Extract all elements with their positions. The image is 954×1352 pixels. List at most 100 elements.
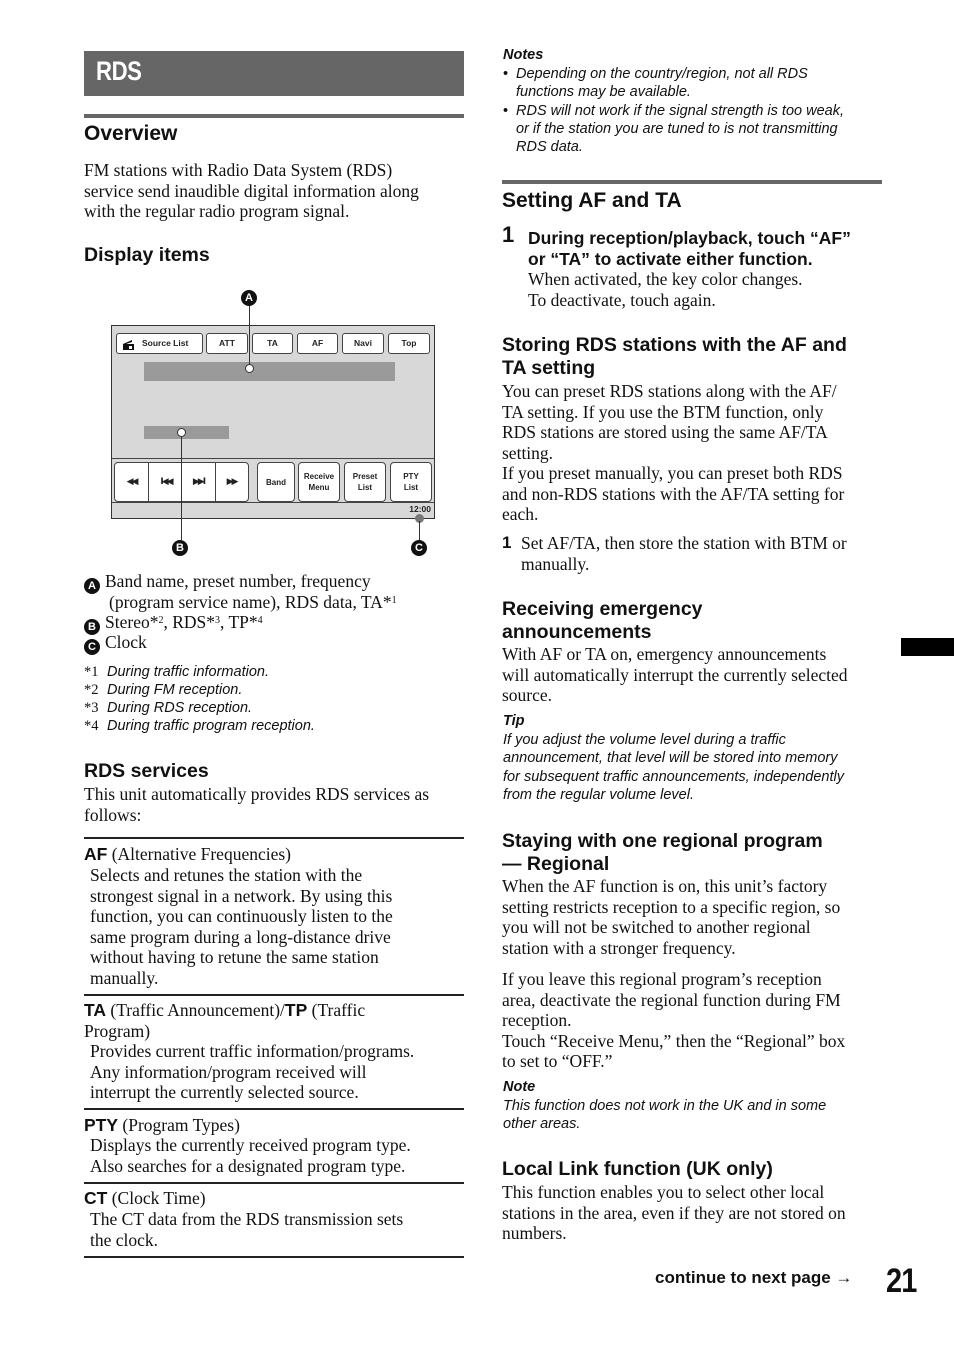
footnote-text: During traffic program reception. [107,718,315,734]
text-line: numbers. [502,1223,567,1243]
term-label: (Alternative Frequencies) [107,844,292,864]
status-indicator-area [144,426,229,439]
term-label: (Traffic [307,1000,366,1020]
callout-b-line [181,437,182,540]
regional-para-2: If you leave this regional program’s rec… [502,969,892,1072]
service-af-term: AF (Alternative Frequencies) [84,844,464,865]
note-bullet: • RDS will not work if the signal strengt… [503,102,844,119]
text-line: and non-RDS stations with the AF/TA sett… [502,483,845,504]
text-line: stations in the area, even if they are n… [502,1202,846,1223]
navi-button[interactable]: Navi [342,333,384,354]
previous-track-button[interactable]: I◀◀ [148,463,183,501]
fast-forward-icon: ▶▶ [226,477,239,487]
att-button[interactable]: ATT [206,333,248,354]
table-rule [84,994,464,996]
preset-list-button[interactable]: Preset List [344,462,386,502]
section-rule [84,114,464,118]
text-line: other areas. [503,1116,581,1133]
band-button[interactable]: Band [257,462,295,502]
next-track-icon: ▶▶I [192,477,206,487]
divider [112,502,434,503]
step-instruction: During reception/playback, touch “AF” or… [528,228,888,269]
text-line: RDS stations are stored using the same A… [502,422,828,442]
step-number: 1 [502,222,515,247]
text-line: If you adjust the volume level during a … [503,732,786,748]
text-line: service send inaudible digital informati… [84,180,419,201]
service-ta-tp-term: TA (Traffic Announcement)/TP (Traffic Pro… [84,1000,464,1041]
regional-heading: Staying with one regional program — Regi… [502,830,892,876]
button-label: Receive [303,472,335,481]
section-thumb-tab [901,638,954,656]
text-line: setting restricts reception to a specifi… [502,896,841,917]
text-line: When the AF function is on, this unit’s … [502,876,828,896]
text-line: During reception/playback, touch “AF” [528,228,851,248]
fast-forward-button[interactable]: ▶▶ [215,463,248,501]
text-line: FM stations with Radio Data System (RDS) [84,160,393,180]
display-diagram: Source List ATT TA AF Navi Top ◀◀ I◀◀ ▶▶… [111,325,435,519]
tip-text: If you adjust the volume level during a … [503,731,893,804]
text-line: source. [502,685,553,705]
button-label: Source List [142,338,189,348]
text-line: announcement, that level will be stored … [503,750,838,767]
next-track-button[interactable]: ▶▶I [182,463,216,501]
source-icon [123,338,134,350]
legend-item-c: C Clock [84,632,147,655]
source-list-button[interactable]: Source List [116,333,203,354]
text-line: for subsequent traffic announcements, in… [503,768,844,785]
callout-a-dot [245,364,254,373]
receive-menu-button[interactable]: Receive Menu [298,462,340,502]
regional-para-1: When the AF function is on, this unit’s … [502,876,892,958]
footnote-mark: *2 [84,682,99,698]
table-rule [84,1256,464,1258]
band-info-area [144,362,395,381]
service-ta-tp-desc: Provides current traffic information/pro… [90,1041,464,1103]
term-label: Program) [84,1020,151,1041]
text-line: This function does not work in the UK an… [503,1098,827,1114]
service-pty-term: PTY (Program Types) [84,1115,464,1136]
section-rule [502,180,882,184]
text-line: from the regular volume level. [503,786,694,803]
text-line: or if the station you are tuned to is no… [516,120,838,137]
rewind-button[interactable]: ◀◀ [115,463,148,501]
display-items-heading: Display items [84,244,210,266]
footnote: *4 During traffic program reception. [84,717,315,735]
text-line: the clock. [90,1229,159,1250]
text-line: TA setting [502,357,596,379]
text-line: You can preset RDS stations along with t… [502,381,837,401]
term: TA [84,1000,107,1020]
callout-a-badge: A [84,578,100,594]
text-line: With AF or TA on, emergency announcement… [502,644,827,664]
continue-to-next-page: continue to next page → [655,1268,853,1287]
rds-services-intro: This unit automatically provides RDS ser… [84,784,474,825]
text-line: station with a stronger frequency. [502,937,736,958]
legend-text: , TP* [220,612,258,632]
emergency-heading: Receiving emergency announcements [502,598,892,644]
button-label: List [403,483,419,492]
footnote-text: During FM reception. [107,682,243,698]
text-line: to set to “OFF.” [502,1051,613,1071]
footnote-text: During RDS reception. [107,700,253,716]
callout-b-dot [177,428,186,437]
text-line: RDS will not work if the signal strength… [516,102,844,119]
af-button[interactable]: AF [297,333,338,354]
ta-button[interactable]: TA [252,333,293,354]
pty-list-button[interactable]: PTY List [390,462,432,502]
footnote-mark: *1 [84,664,99,680]
callout-c-badge: C [411,540,427,556]
service-ct-term: CT (Clock Time) [84,1188,464,1209]
text-line: announcements [502,621,652,643]
previous-track-icon: I◀◀ [160,477,173,487]
divider [112,458,434,459]
footnote-mark: *3 [84,700,99,716]
footnote-ref: 4 [257,615,263,626]
text-line: area, deactivate the regional function d… [502,989,841,1010]
text-line: Depending on the country/region, not all… [516,66,808,82]
step-number: 1 [502,533,512,552]
table-rule [84,837,464,839]
button-label: Menu [308,483,330,492]
text-line: you will not be switched to another regi… [502,917,811,937]
top-button[interactable]: Top [388,333,430,354]
note-text: This function does not work in the UK an… [503,1097,893,1134]
text-line: Staying with one regional program [502,830,823,852]
legend-text: (program service name), RDS data, TA* [109,592,392,612]
